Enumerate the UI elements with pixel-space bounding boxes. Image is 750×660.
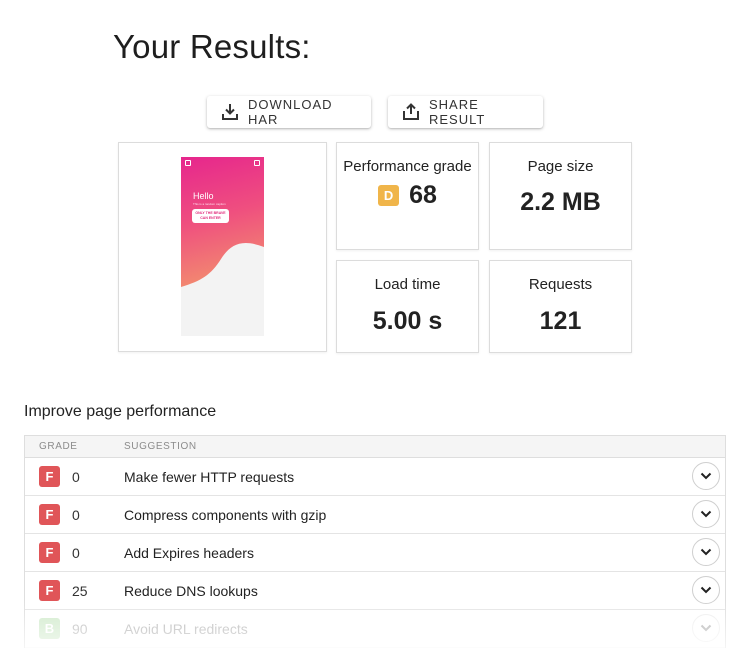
thumbnail-button: ONLY THE BRAVE CAN ENTER bbox=[192, 209, 229, 223]
table-row[interactable]: B 90 Avoid URL redirects bbox=[25, 610, 725, 648]
grade-badge: F bbox=[39, 504, 60, 525]
page-size-card: Page size 2.2 MB bbox=[489, 142, 632, 250]
expand-chevron-icon[interactable] bbox=[692, 462, 720, 490]
suggestion-text: Compress components with gzip bbox=[124, 507, 327, 523]
suggestion-column-header: SUGGESTION bbox=[124, 441, 197, 452]
score: 0 bbox=[72, 507, 80, 523]
score: 0 bbox=[72, 469, 80, 485]
performance-grade-value: 68 bbox=[409, 181, 437, 209]
thumbnail-menu-icon bbox=[185, 160, 191, 166]
suggestion-text: Reduce DNS lookups bbox=[124, 583, 258, 599]
page-size-value: 2.2 MB bbox=[520, 188, 601, 216]
download-har-button[interactable]: DOWNLOAD HAR bbox=[207, 96, 371, 128]
expand-chevron-icon[interactable] bbox=[692, 500, 720, 528]
page-screenshot-card: Hello This is a random caption ONLY THE … bbox=[118, 142, 327, 352]
share-result-label: SHARE RESULT bbox=[429, 97, 486, 127]
load-time-label: Load time bbox=[374, 276, 441, 293]
suggestions-table: GRADE SUGGESTION F 0 Make fewer HTTP req… bbox=[24, 435, 726, 648]
performance-grade-badge: D bbox=[378, 185, 400, 206]
suggestion-text: Add Expires headers bbox=[124, 545, 254, 561]
suggestion-text: Avoid URL redirects bbox=[124, 621, 248, 637]
score: 25 bbox=[72, 583, 88, 599]
thumbnail-subtitle: This is a random caption bbox=[193, 202, 226, 206]
score: 0 bbox=[72, 545, 80, 561]
table-row[interactable]: F 0 Compress components with gzip bbox=[25, 496, 725, 534]
grade-badge: F bbox=[39, 580, 60, 601]
table-row[interactable]: F 25 Reduce DNS lookups bbox=[25, 572, 725, 610]
expand-chevron-icon[interactable] bbox=[692, 538, 720, 566]
page-title: Your Results: bbox=[113, 28, 311, 65]
thumbnail-wave bbox=[181, 243, 264, 297]
load-time-value: 5.00 s bbox=[372, 307, 443, 335]
share-icon bbox=[402, 103, 420, 121]
download-har-label: DOWNLOAD HAR bbox=[248, 97, 333, 127]
table-row[interactable]: F 0 Add Expires headers bbox=[25, 534, 725, 572]
grade-badge: F bbox=[39, 466, 60, 487]
download-icon bbox=[221, 103, 239, 121]
requests-value: 121 bbox=[539, 307, 582, 335]
performance-grade-label: Performance grade bbox=[343, 158, 472, 175]
table-header: GRADE SUGGESTION bbox=[25, 436, 725, 458]
load-time-card: Load time 5.00 s bbox=[336, 260, 479, 353]
grade-badge: F bbox=[39, 542, 60, 563]
share-result-button[interactable]: SHARE RESULT bbox=[388, 96, 543, 128]
requests-label: Requests bbox=[528, 276, 593, 293]
thumbnail-heading: Hello bbox=[193, 191, 214, 201]
page-size-label: Page size bbox=[527, 158, 594, 175]
page-screenshot-thumbnail: Hello This is a random caption ONLY THE … bbox=[181, 157, 264, 336]
table-row[interactable]: F 0 Make fewer HTTP requests bbox=[25, 458, 725, 496]
score: 90 bbox=[72, 621, 88, 637]
grade-badge: B bbox=[39, 618, 60, 639]
thumbnail-user-icon bbox=[254, 160, 260, 166]
expand-chevron-icon[interactable] bbox=[692, 614, 720, 642]
expand-chevron-icon[interactable] bbox=[692, 576, 720, 604]
section-title: Improve page performance bbox=[24, 403, 217, 420]
grade-column-header: GRADE bbox=[39, 441, 78, 452]
suggestion-text: Make fewer HTTP requests bbox=[124, 469, 295, 485]
requests-card: Requests 121 bbox=[489, 260, 632, 353]
performance-grade-card: Performance grade D 68 bbox=[336, 142, 479, 250]
